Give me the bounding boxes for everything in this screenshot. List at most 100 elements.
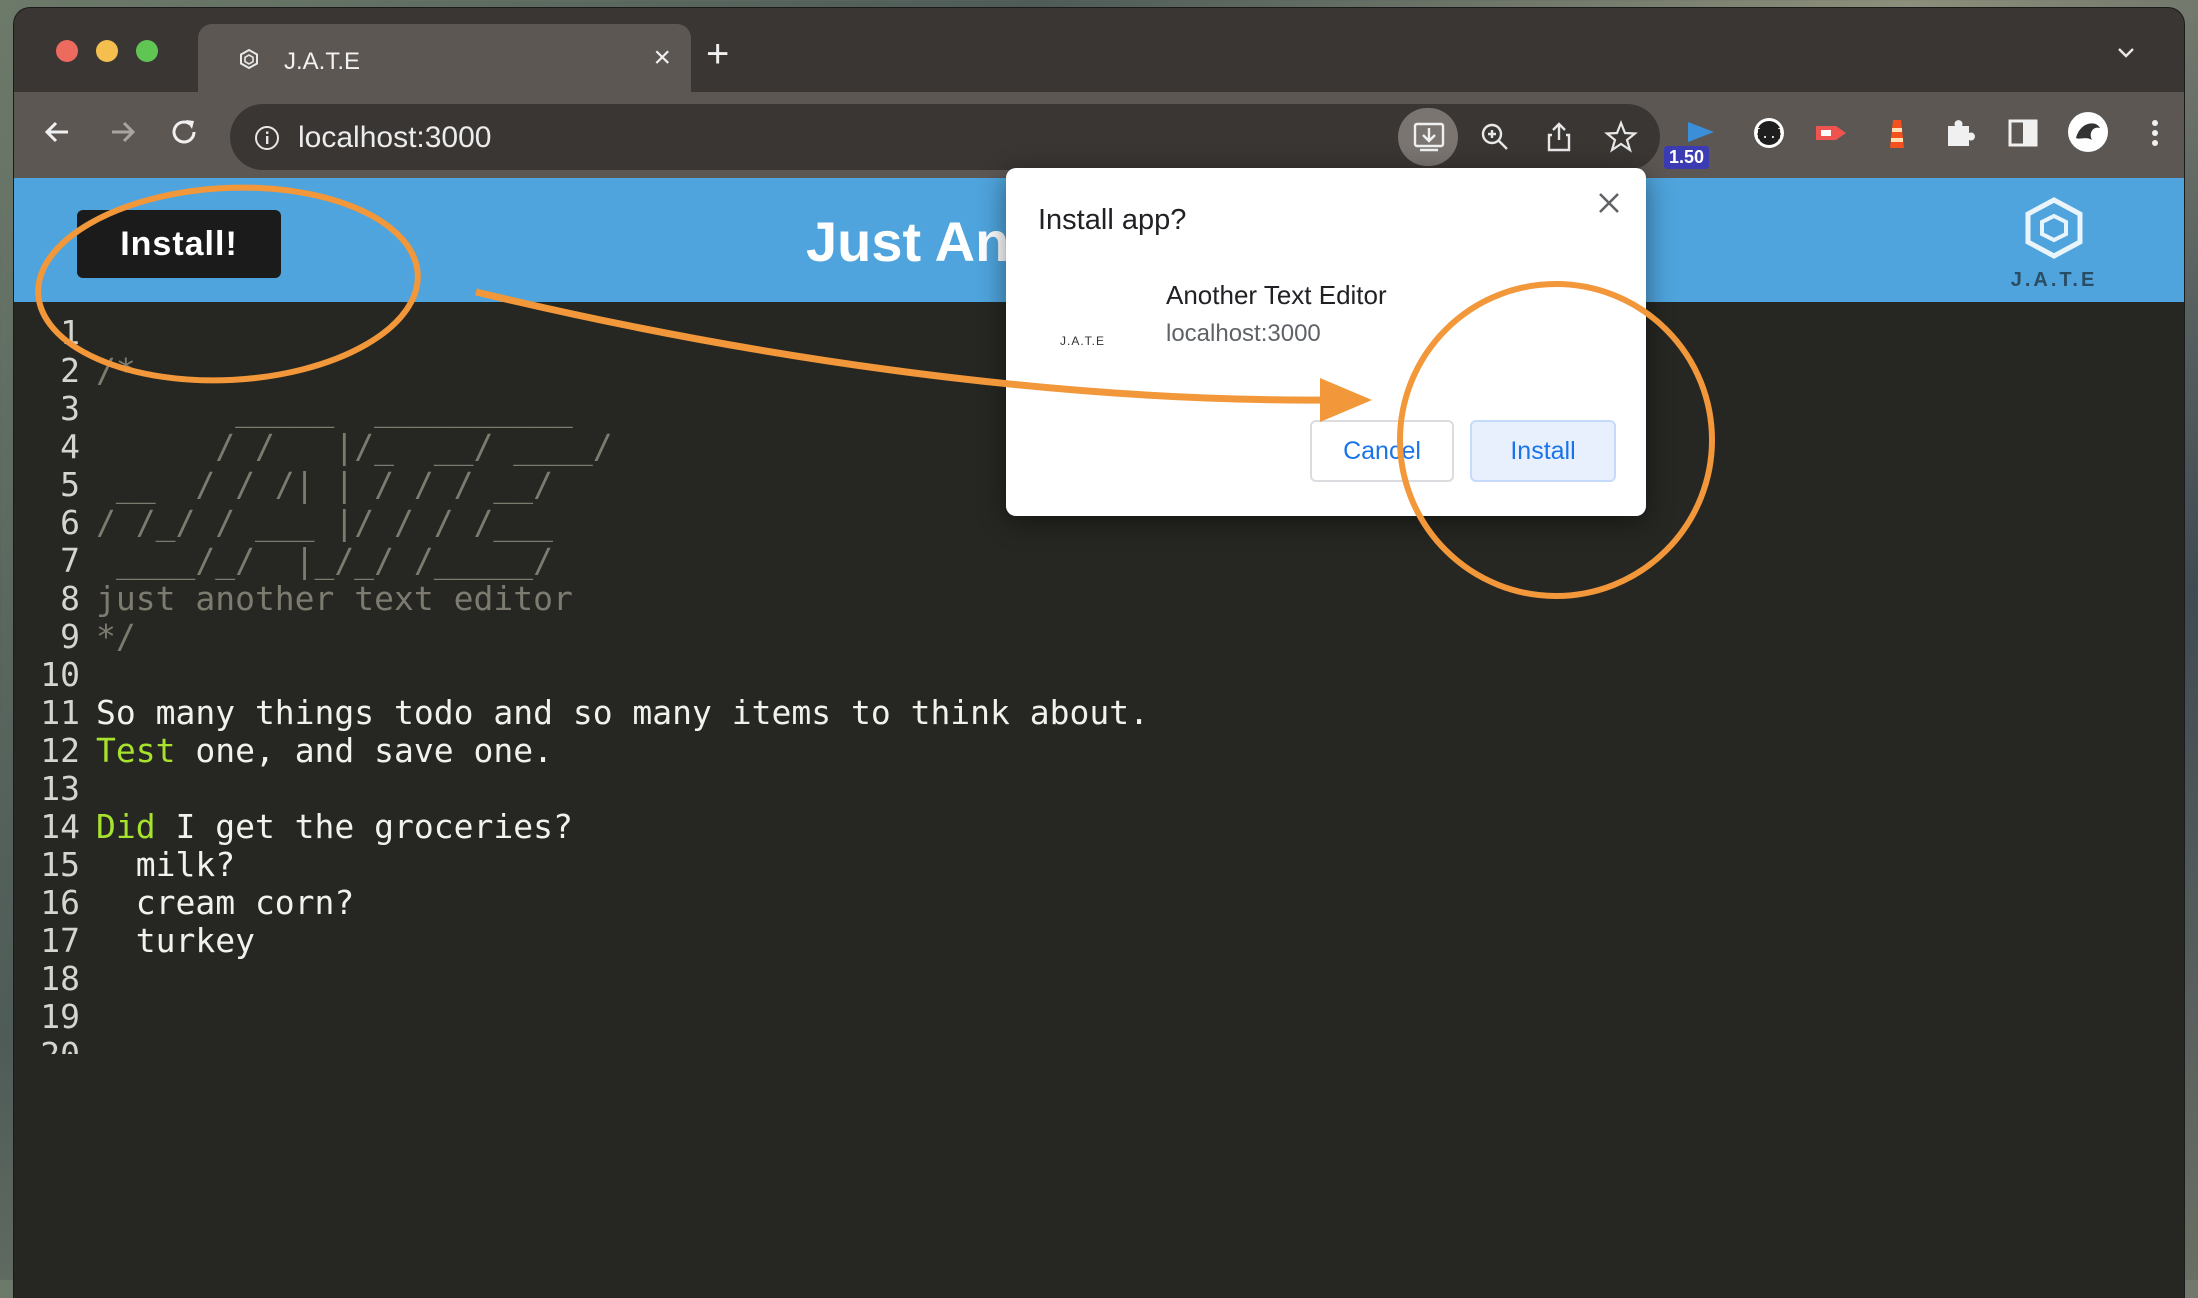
browser-toolbar: localhost:3000 1.50 {..}: [14, 92, 2184, 178]
line-number: 17: [40, 921, 80, 960]
line-number: 19: [40, 997, 80, 1036]
text-token: turkey: [96, 921, 255, 960]
text-token: */: [96, 617, 136, 656]
line-text: /*: [96, 352, 136, 390]
editor-line[interactable]: 10: [14, 656, 2184, 694]
svg-text:{..}: {..}: [1753, 127, 1784, 142]
cancel-button[interactable]: Cancel: [1310, 420, 1454, 482]
line-text: So many things todo and so many items to…: [96, 694, 1149, 732]
text-token: I get the groceries?: [155, 807, 573, 846]
text-token: one, and save one.: [175, 731, 553, 770]
zoom-icon[interactable]: [1476, 118, 1514, 156]
logo-text: J.A.T.E: [2011, 269, 2098, 291]
line-number: 6: [60, 503, 80, 542]
line-number: 1: [60, 314, 80, 352]
editor-line[interactable]: 17 turkey: [14, 922, 2184, 960]
new-tab-button[interactable]: +: [706, 34, 729, 74]
close-icon[interactable]: [1596, 190, 1622, 216]
line-number: 8: [60, 579, 80, 618]
line-number: 13: [40, 769, 80, 808]
line-number: 20: [14, 1036, 80, 1055]
line-number: 11: [40, 693, 80, 732]
line-number: 12: [40, 731, 80, 770]
text-token: So many things todo and so many items to…: [96, 693, 1149, 732]
editor-line[interactable]: 14 Did I get the groceries?: [14, 808, 2184, 846]
keyword-token: Test: [96, 731, 176, 770]
editor-line[interactable]: 7 ____/_/ |_/_/ /_____/: [14, 542, 2184, 580]
line-text: ____/_/ |_/_/ /_____/: [96, 542, 553, 580]
editor-line[interactable]: 20: [14, 1036, 2184, 1055]
extension-badge: 1.50: [1664, 146, 1710, 169]
text-token: _____ __________: [96, 389, 573, 428]
editor-line[interactable]: 9 */: [14, 618, 2184, 656]
maximize-window-button[interactable]: [136, 40, 158, 62]
chevron-down-icon[interactable]: [2116, 42, 2136, 62]
install-button[interactable]: Install!: [77, 210, 281, 278]
line-number: 3: [60, 389, 80, 428]
line-text: turkey: [96, 922, 255, 960]
editor-line[interactable]: 11 So many things todo and so many items …: [14, 694, 2184, 732]
line-text: / / |/_ __/ ____/: [96, 427, 613, 466]
text-token: __ / / /| | / / / __/: [96, 465, 553, 504]
line-text: Did I get the groceries?: [96, 808, 573, 846]
line-text: cream corn?: [96, 884, 355, 922]
line-number: 7: [60, 541, 80, 580]
line-text: __ / / /| | / / / __/: [96, 466, 553, 504]
minimize-window-button[interactable]: [96, 40, 118, 62]
arrow-left-icon[interactable]: [38, 112, 78, 152]
editor-line[interactable]: 19: [14, 998, 2184, 1036]
tab-title: J.A.T.E: [284, 48, 361, 75]
editor-line[interactable]: 16 cream corn?: [14, 884, 2184, 922]
info-icon[interactable]: [254, 125, 280, 151]
line-number: 4: [60, 427, 80, 466]
dialog-app-icon: J.A.T.E: [1060, 334, 1106, 348]
editor-line[interactable]: 13: [14, 770, 2184, 808]
line-number: 15: [40, 845, 80, 884]
line-number: 5: [60, 465, 80, 504]
line-number: 9: [60, 617, 80, 656]
line-text: */: [96, 618, 136, 656]
reload-icon[interactable]: [164, 112, 204, 152]
share-icon[interactable]: [1540, 118, 1578, 156]
text-token: / /_/ / ___ |/ / / /___: [96, 503, 553, 542]
text-token: /*: [96, 351, 136, 390]
install-app-icon[interactable]: [1410, 118, 1448, 156]
tab-strip: J.A.T.E × +: [14, 8, 2184, 92]
editor-line[interactable]: 18: [14, 960, 2184, 998]
line-number: 14: [40, 807, 80, 846]
recorder-extension-icon[interactable]: [1812, 114, 1850, 152]
text-token: ____/_/ |_/_/ /_____/: [96, 541, 553, 580]
profile-avatar-icon[interactable]: [2066, 110, 2110, 154]
text-token: / / |/_ __/ ____/: [96, 427, 613, 466]
line-text: _____ __________: [96, 390, 573, 428]
url-text: localhost:3000: [298, 121, 492, 154]
editor-line[interactable]: 12 Test one, and save one.: [14, 732, 2184, 770]
dialog-title: Install app?: [1038, 204, 1187, 236]
puzzle-extensions-icon[interactable]: [1940, 114, 1978, 152]
more-menu-icon[interactable]: [2136, 114, 2174, 152]
dialog-app-origin: localhost:3000: [1166, 320, 1321, 347]
editor-line[interactable]: 15 milk?: [14, 846, 2184, 884]
tab-close-icon[interactable]: ×: [653, 40, 671, 76]
line-text: / /_/ / ___ |/ / / /___: [96, 504, 553, 542]
lighthouse-icon[interactable]: [1878, 114, 1916, 152]
arrow-right-icon[interactable]: [102, 112, 142, 152]
jate-favicon-icon: [240, 48, 258, 70]
editor-line[interactable]: 8 just another text editor: [14, 580, 2184, 618]
line-number: 16: [40, 883, 80, 922]
app-title: Just An: [806, 210, 1010, 273]
line-number: 10: [40, 655, 80, 694]
json-extension-icon[interactable]: {..}: [1750, 114, 1788, 152]
address-bar[interactable]: localhost:3000: [230, 104, 1660, 170]
dialog-install-button[interactable]: Install: [1470, 420, 1616, 482]
line-number: 18: [40, 959, 80, 998]
tab-jate[interactable]: J.A.T.E ×: [198, 24, 691, 92]
side-panel-icon[interactable]: [2004, 114, 2042, 152]
close-window-button[interactable]: [56, 40, 78, 62]
line-text: Test one, and save one.: [96, 732, 553, 770]
line-text: just another text editor: [96, 580, 573, 618]
star-icon[interactable]: [1602, 118, 1640, 156]
jate-logo: J.A.T.E: [2011, 197, 2098, 291]
line-number: 2: [60, 351, 80, 390]
install-app-dialog: Install app? J.A.T.E Another Text Editor…: [1006, 168, 1646, 516]
